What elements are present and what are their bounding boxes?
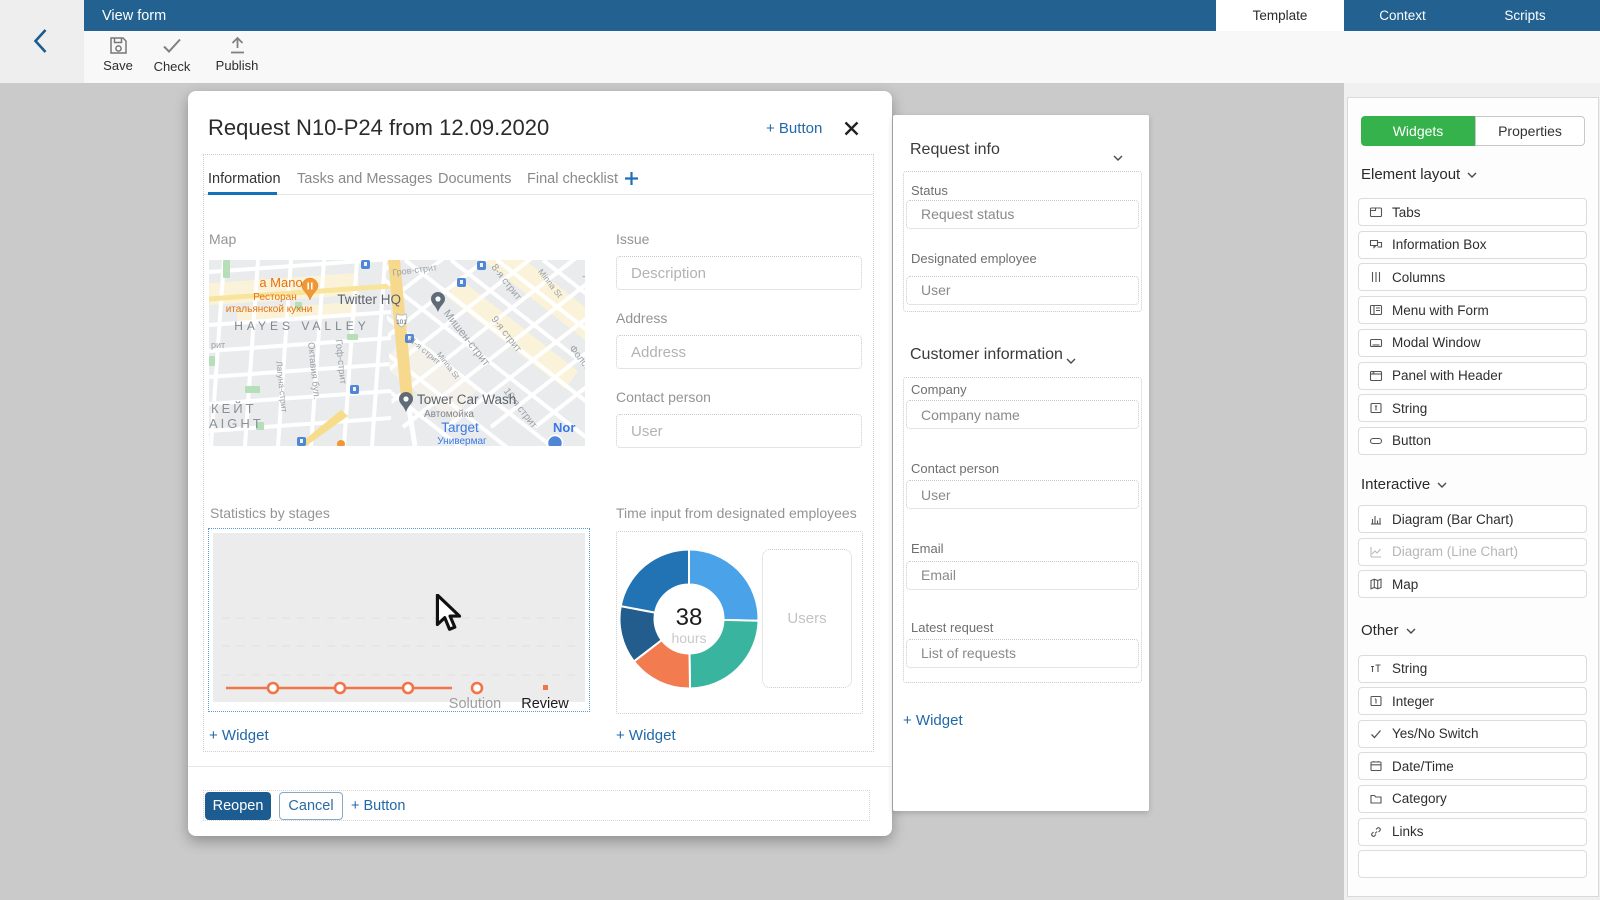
svg-text:Review: Review: [521, 696, 569, 711]
svg-text:Target: Target: [441, 420, 479, 435]
svg-text:КЕЙТ: КЕЙТ: [211, 401, 257, 416]
svg-text:Tower Car Wash: Tower Car Wash: [417, 392, 516, 407]
svg-text:рит: рит: [211, 340, 225, 350]
svg-text:Автомойка: Автомойка: [424, 409, 474, 420]
svg-text:HAYES VALLEY: HAYES VALLEY: [234, 319, 370, 333]
svg-text:Nor: Nor: [553, 420, 575, 435]
svg-text:Solution: Solution: [448, 696, 500, 711]
svg-text:Twitter HQ: Twitter HQ: [337, 292, 401, 307]
svg-text:итальянской кухни: итальянской кухни: [226, 304, 313, 315]
svg-text:AIGHT: AIGHT: [209, 416, 264, 431]
svg-text:Ресторан: Ресторан: [253, 292, 296, 303]
svg-text:Универмаг: Универмаг: [437, 436, 487, 446]
svg-text:a Mano: a Mano: [259, 275, 302, 290]
svg-text:101: 101: [396, 319, 407, 326]
